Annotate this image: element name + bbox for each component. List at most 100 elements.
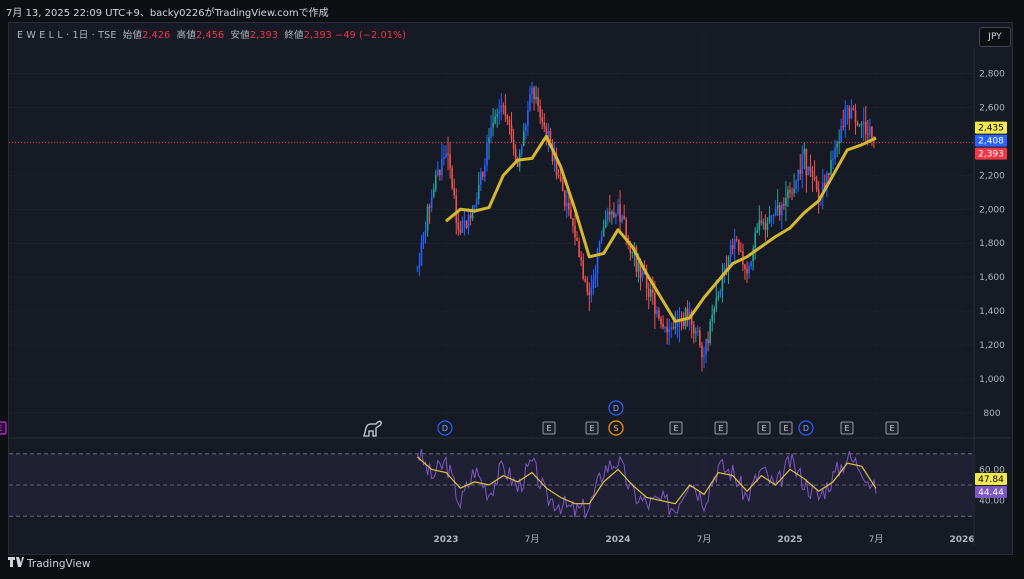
candle (586, 281, 589, 292)
candle (604, 220, 607, 228)
candle (649, 289, 652, 297)
candle (660, 318, 662, 324)
candle (662, 323, 664, 328)
currency-button[interactable]: JPY (979, 27, 1011, 47)
candle (574, 225, 576, 238)
candle (430, 196, 433, 208)
symbol-name[interactable]: E W E L L · 1日 · TSE (17, 30, 117, 41)
close-label: 終値 (284, 30, 304, 41)
close-value: 2,393 (303, 30, 332, 41)
candle (447, 153, 449, 155)
candle (631, 251, 634, 254)
candle (584, 278, 587, 282)
candle (531, 87, 533, 94)
candle (496, 114, 498, 117)
candle (475, 198, 478, 205)
candle (746, 268, 748, 274)
candle (559, 176, 562, 181)
candle (506, 115, 509, 120)
candle (498, 112, 501, 115)
candle (592, 280, 595, 288)
candle (838, 141, 840, 144)
candle (543, 122, 546, 127)
candle (862, 121, 865, 125)
candle (750, 261, 752, 267)
candle (717, 295, 720, 299)
event-label: D (803, 424, 809, 433)
dinosaur-icon[interactable] (363, 420, 382, 437)
candle (791, 192, 793, 194)
candle (611, 211, 613, 215)
high-value: 2,456 (196, 30, 225, 41)
tradingview-brand: TradingView (27, 558, 91, 570)
candle (527, 110, 529, 126)
y-tick-label: 2,600 (979, 103, 1005, 113)
candle (416, 267, 419, 269)
candle (697, 330, 699, 332)
event-label: E (783, 424, 788, 433)
candle (834, 147, 836, 159)
candle (537, 96, 539, 107)
candle (504, 105, 507, 116)
candle (572, 218, 574, 226)
candle (658, 310, 660, 319)
tradingview-footer[interactable]: TradingView (8, 557, 90, 570)
event-label: E (844, 424, 849, 433)
candle (846, 107, 849, 109)
candle (523, 131, 525, 147)
candle (840, 126, 842, 142)
candle (477, 184, 480, 199)
x-tick-label: 2026 (949, 535, 974, 545)
candle (799, 169, 802, 175)
candle (852, 108, 855, 111)
candle (443, 157, 445, 159)
candle (625, 219, 627, 237)
candle (701, 345, 703, 358)
candle (494, 116, 496, 124)
y-tick-label: 1,400 (979, 307, 1005, 317)
rsi-tag-label: 44.44 (978, 488, 1004, 498)
candle (809, 166, 812, 171)
price-tag-label: 2,435 (978, 124, 1004, 134)
y-tick-label: 1,200 (979, 341, 1005, 351)
rsi-tick-label: 40.00 (979, 497, 1005, 507)
candle (695, 331, 697, 334)
candle (676, 323, 679, 327)
candle (842, 126, 845, 128)
candle (570, 209, 572, 219)
candle (719, 290, 722, 296)
candle (758, 220, 761, 230)
high-label: 高値 (176, 30, 197, 41)
candle (500, 105, 503, 113)
candle (469, 214, 472, 219)
candle (461, 221, 464, 233)
candle (774, 208, 777, 216)
candle (811, 170, 814, 177)
candle (666, 326, 668, 333)
candle (453, 188, 455, 196)
candle (422, 233, 425, 243)
candle (514, 148, 517, 162)
candle (738, 239, 740, 252)
candle (654, 292, 656, 314)
candle (830, 160, 832, 175)
candle (848, 107, 851, 119)
candle (590, 287, 593, 296)
candle (762, 222, 765, 224)
symbol-legend: E W E L L · 1日 · TSE 始値2,426 高値2,456 安値2… (17, 27, 406, 41)
low-label: 安値 (230, 30, 250, 41)
candle (490, 127, 492, 138)
candle (815, 179, 818, 190)
y-tick-label: 1,000 (979, 375, 1005, 385)
candle (803, 148, 806, 155)
candle (512, 139, 515, 149)
candle (463, 220, 466, 222)
event-label: E (718, 424, 723, 433)
tradingview-logo-icon (8, 557, 24, 570)
candle (795, 180, 797, 189)
candle (520, 146, 523, 154)
candle (785, 197, 787, 206)
price-chart[interactable]: 2,8002,6002,4002,2002,0001,8001,6001,400… (0, 0, 1024, 579)
candle (672, 327, 675, 329)
candle (807, 166, 810, 176)
